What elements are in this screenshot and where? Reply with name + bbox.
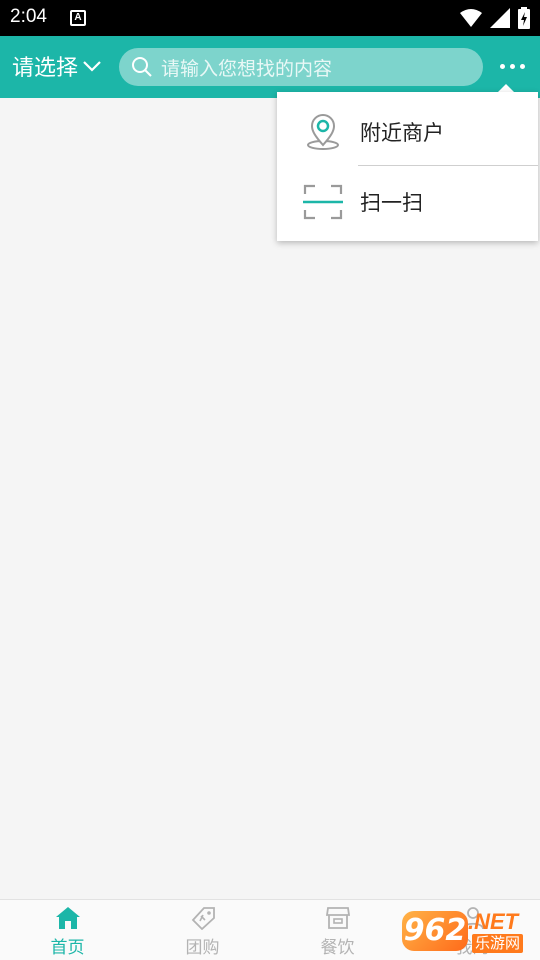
menu-item-scan[interactable]: 扫一扫 [277, 166, 538, 238]
watermark-suffix: .NET [468, 909, 519, 934]
city-select-label: 请选择 [12, 56, 79, 81]
tab-label: 首页 [50, 938, 85, 958]
city-select-dropdown[interactable]: 请选择 [12, 50, 102, 82]
watermark-logo: 962 .NET 乐游网 [402, 905, 534, 955]
shop-icon [325, 907, 350, 929]
signal-icon [490, 8, 510, 28]
battery-icon [518, 7, 530, 29]
menu-item-nearby-merchants[interactable]: 附近商户 [277, 96, 538, 168]
top-header: 请选择 请输入您想找的内容 [0, 36, 540, 98]
tab-label: 团购 [185, 938, 220, 958]
chevron-down-icon [83, 61, 101, 72]
search-icon [132, 57, 152, 77]
menu-item-label: 附近商户 [360, 121, 444, 145]
notification-a-icon: A [70, 10, 86, 26]
more-dot-icon [509, 63, 515, 69]
search-placeholder: 请输入您想找的内容 [161, 57, 333, 80]
search-input[interactable]: 请输入您想找的内容 [119, 48, 483, 86]
location-pin-icon [300, 109, 346, 155]
more-dot-icon [519, 63, 525, 69]
more-menu-button[interactable] [496, 58, 528, 74]
tab-dining[interactable]: 餐饮 [270, 900, 405, 960]
coupon-tag-icon [191, 907, 215, 930]
scan-icon [300, 179, 346, 225]
watermark-site-name: 乐游网 [472, 934, 524, 953]
watermark-number: 962 [402, 911, 468, 951]
home-icon [55, 907, 80, 929]
status-bar: 2:04 A [0, 0, 540, 36]
tab-group-buy[interactable]: 团购 [135, 900, 270, 960]
tab-label: 餐饮 [320, 938, 355, 958]
menu-item-label: 扫一扫 [360, 191, 423, 215]
wifi-icon [460, 9, 482, 27]
status-icons [460, 7, 530, 29]
more-dot-icon [499, 63, 505, 69]
popup-menu: 附近商户 扫一扫 [277, 92, 538, 241]
status-time: 2:04 [10, 6, 47, 27]
tab-home[interactable]: 首页 [0, 900, 135, 960]
